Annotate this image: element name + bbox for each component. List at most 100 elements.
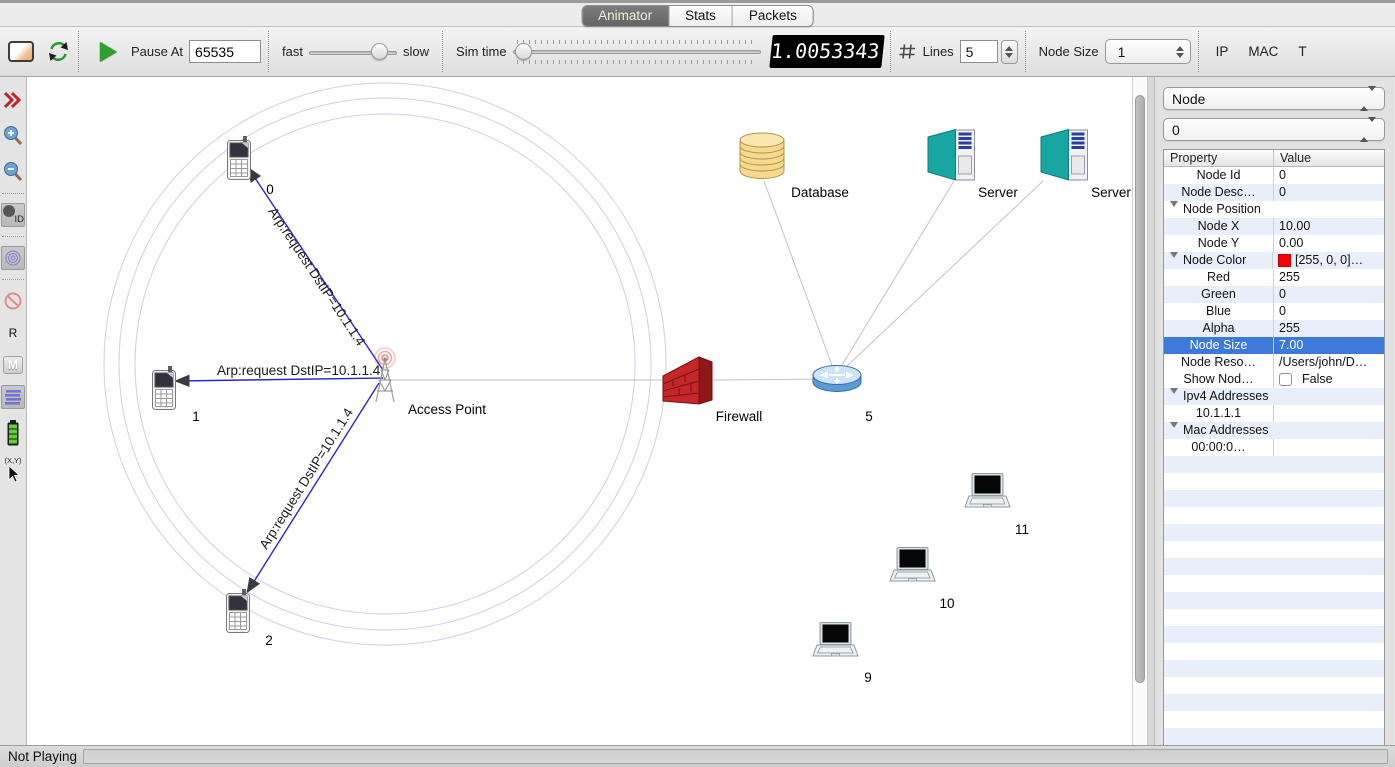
node-label: 5 bbox=[865, 409, 873, 424]
sim-time-handle[interactable] bbox=[515, 43, 532, 60]
node-label: Access Point bbox=[408, 402, 486, 417]
property-row[interactable]: Node X10.00 bbox=[1164, 218, 1384, 235]
spin-down-icon[interactable] bbox=[1005, 53, 1013, 58]
property-row[interactable]: Show Nod…False bbox=[1164, 371, 1384, 388]
property-row[interactable]: Red255 bbox=[1164, 269, 1384, 286]
property-value-cell: 10.00 bbox=[1274, 218, 1384, 235]
sim-time-track[interactable] bbox=[513, 50, 761, 54]
property-name: Node Color bbox=[1183, 252, 1246, 269]
collapse-triangle-icon[interactable] bbox=[1170, 388, 1178, 394]
node-0[interactable] bbox=[228, 136, 251, 180]
property-name: Node Reso… bbox=[1164, 354, 1274, 371]
property-row[interactable]: Alpha255 bbox=[1164, 320, 1384, 337]
entity-instance-combo[interactable]: 0 bbox=[1163, 118, 1385, 141]
collapse-triangle-icon[interactable] bbox=[1170, 252, 1178, 258]
node-database[interactable] bbox=[740, 133, 784, 179]
tab-animator[interactable]: Animator bbox=[582, 6, 669, 26]
packet-label: Arp:request DstIP=10.1.1.4 bbox=[265, 204, 368, 349]
battery-icon bbox=[2, 419, 24, 447]
empty-row bbox=[1164, 507, 1384, 524]
property-row[interactable]: 00:00:0… bbox=[1164, 439, 1384, 456]
reset-button[interactable]: R bbox=[1, 321, 25, 345]
property-row[interactable]: Node Desc…0 bbox=[1164, 184, 1384, 201]
property-row[interactable]: Node Y0.00 bbox=[1164, 235, 1384, 252]
node-server-1[interactable] bbox=[928, 130, 975, 181]
status-bar: Not Playing bbox=[0, 745, 1395, 767]
show-position-button[interactable]: (X,Y) bbox=[1, 455, 25, 485]
speed-slider-handle[interactable] bbox=[371, 43, 388, 60]
checkbox[interactable] bbox=[1279, 373, 1292, 386]
grid-button[interactable] bbox=[898, 42, 917, 61]
property-row[interactable]: Blue0 bbox=[1164, 303, 1384, 320]
lines-value[interactable]: 5 bbox=[960, 40, 998, 63]
zoom-in-button[interactable] bbox=[1, 124, 25, 148]
slow-label: slow bbox=[403, 44, 429, 59]
speed-slider[interactable] bbox=[309, 43, 397, 61]
reload-button[interactable] bbox=[46, 39, 71, 64]
color-swatch[interactable] bbox=[1278, 254, 1291, 267]
property-value-cell: 0 bbox=[1274, 303, 1384, 320]
node-5[interactable] bbox=[813, 366, 861, 392]
topology-canvas[interactable]: Arp:request DstIP=10.1.1.4Arp:request Ds… bbox=[27, 77, 1133, 745]
empty-row bbox=[1164, 575, 1384, 592]
view-tab-set: AnimatorStatsPackets bbox=[581, 5, 814, 27]
t-button[interactable]: T bbox=[1298, 44, 1306, 59]
lines-spin-buttons[interactable] bbox=[1001, 40, 1018, 64]
mobility-button[interactable]: M bbox=[1, 353, 25, 377]
node-label: Database bbox=[791, 185, 849, 200]
wireless-circles-button[interactable] bbox=[1, 246, 25, 270]
property-row[interactable]: Node Size7.00 bbox=[1164, 337, 1384, 354]
property-name: Blue bbox=[1164, 303, 1274, 320]
property-row[interactable]: Node Color[255, 0, 0]… bbox=[1164, 252, 1384, 269]
collapse-triangle-icon[interactable] bbox=[1170, 422, 1178, 428]
property-row[interactable]: Node Position bbox=[1164, 201, 1384, 218]
pause-at-input[interactable] bbox=[189, 40, 261, 63]
show-meta-button[interactable] bbox=[1, 385, 25, 409]
tab-packets[interactable]: Packets bbox=[733, 6, 813, 26]
property-row[interactable]: Node Reso… /Users/john/D… bbox=[1164, 354, 1384, 371]
node-id-toggle-button[interactable]: ID bbox=[1, 203, 25, 227]
node-10[interactable] bbox=[890, 548, 935, 582]
canvas-vertical-scrollbar[interactable] bbox=[1133, 77, 1148, 745]
scrollbar-thumb[interactable] bbox=[1135, 95, 1145, 683]
property-row[interactable]: Mac Addresses bbox=[1164, 422, 1384, 439]
property-value: /Users/john/D… bbox=[1279, 354, 1367, 371]
node-11[interactable] bbox=[965, 474, 1010, 508]
mac-button[interactable]: MAC bbox=[1248, 44, 1278, 59]
tab-stats[interactable]: Stats bbox=[669, 6, 733, 26]
property-row[interactable]: 10.1.1.1 bbox=[1164, 405, 1384, 422]
node-server-2[interactable] bbox=[1041, 130, 1088, 181]
battery-button[interactable] bbox=[1, 421, 25, 445]
sim-time-slider[interactable] bbox=[513, 40, 761, 64]
node-9[interactable] bbox=[813, 623, 858, 657]
toolbar-separator bbox=[442, 31, 443, 72]
play-button[interactable] bbox=[86, 42, 117, 62]
zoom-out-button[interactable] bbox=[1, 160, 25, 184]
property-row[interactable]: Node Id0 bbox=[1164, 167, 1384, 184]
panel-splitter[interactable] bbox=[1148, 77, 1155, 745]
p2p-link bbox=[713, 379, 829, 380]
fast-forward-button[interactable] bbox=[1, 88, 25, 112]
property-table-header: Property Value bbox=[1164, 150, 1384, 167]
node-inspector-panel: Node 0 Property Value Node Id0Node Desc…… bbox=[1155, 77, 1394, 745]
node-size-combo[interactable]: 1 bbox=[1105, 39, 1191, 64]
lines-spinbox[interactable]: 5 bbox=[960, 40, 1018, 64]
property-row[interactable]: Green0 bbox=[1164, 286, 1384, 303]
collapse-triangle-icon[interactable] bbox=[1170, 201, 1178, 207]
value-column-header[interactable]: Value bbox=[1274, 150, 1384, 166]
snapshot-button[interactable] bbox=[8, 41, 34, 62]
property-row[interactable]: Ipv4 Addresses bbox=[1164, 388, 1384, 405]
node-2[interactable] bbox=[227, 589, 250, 633]
entity-type-combo[interactable]: Node bbox=[1163, 87, 1385, 110]
node-label: Server bbox=[1091, 185, 1131, 200]
node-1[interactable] bbox=[153, 366, 176, 410]
property-name: Red bbox=[1164, 269, 1274, 286]
node-firewall[interactable] bbox=[663, 357, 712, 404]
node-label: 2 bbox=[265, 633, 273, 648]
spin-up-icon[interactable] bbox=[1005, 46, 1013, 51]
property-value-cell: 7.00 bbox=[1274, 337, 1384, 354]
property-column-header[interactable]: Property bbox=[1164, 150, 1274, 166]
ip-button[interactable]: IP bbox=[1216, 44, 1229, 59]
block-packets-button[interactable] bbox=[1, 289, 25, 313]
property-value-cell: False bbox=[1274, 371, 1384, 388]
